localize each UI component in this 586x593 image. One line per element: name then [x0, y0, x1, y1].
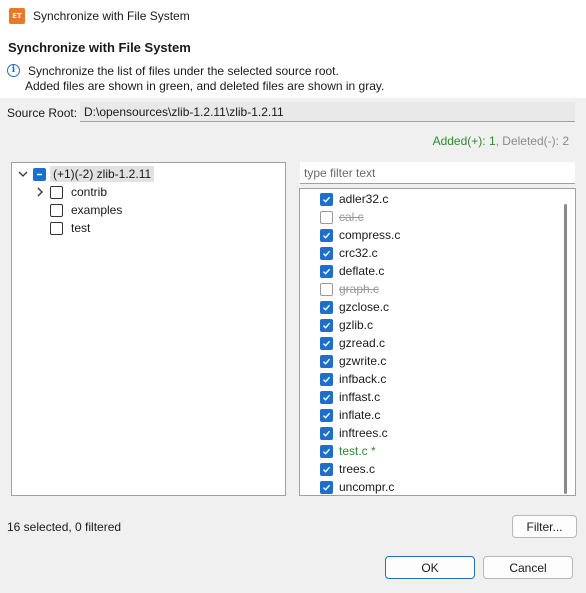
file-list-item[interactable]: infback.c: [320, 370, 386, 388]
file-checkbox[interactable]: [320, 336, 333, 350]
source-root-field[interactable]: D:\opensources\zlib-1.2.11\zlib-1.2.11: [80, 102, 575, 122]
file-list-item[interactable]: cal.c: [320, 208, 364, 226]
file-checkbox[interactable]: [320, 408, 333, 422]
file-name: trees.c: [339, 462, 376, 476]
file-name: adler32.c: [339, 192, 389, 206]
tree-item-label: examples: [71, 203, 123, 217]
tree-root-checkbox[interactable]: [33, 167, 46, 181]
file-checkbox[interactable]: [320, 480, 333, 494]
file-checkbox[interactable]: [320, 318, 333, 332]
folder-tree[interactable]: (+1)(-2) zlib-1.2.11 contrib examples test: [11, 162, 286, 496]
file-list-item[interactable]: inflate.c: [320, 406, 380, 424]
deleted-count: Deleted(-): 2: [502, 134, 569, 148]
tree-item-checkbox[interactable]: [50, 221, 63, 235]
tree-item-label: contrib: [71, 185, 108, 199]
selection-status: 16 selected, 0 filtered: [7, 520, 122, 534]
file-list-item[interactable]: gzwrite.c: [320, 352, 386, 370]
filter-input[interactable]: type filter text: [300, 162, 575, 184]
file-list[interactable]: adler32.c cal.c compress.c crc32.c deflate.c…: [299, 188, 576, 496]
file-checkbox[interactable]: [320, 228, 333, 242]
tree-item-checkbox[interactable]: [50, 185, 63, 199]
change-counts: Added(+): 1, Deleted(-): 2: [433, 134, 569, 148]
file-list-item[interactable]: trees.c: [320, 460, 375, 478]
file-name: gzread.c: [339, 336, 386, 350]
file-checkbox[interactable]: [320, 282, 333, 296]
file-checkbox[interactable]: [320, 426, 333, 440]
file-list-item[interactable]: inftrees.c: [320, 424, 388, 442]
source-root-label: Source Root:: [7, 106, 78, 120]
file-list-item[interactable]: graph.c: [320, 280, 379, 298]
info-icon: i: [7, 64, 20, 77]
title-bar: ET Synchronize with File System: [0, 0, 586, 32]
file-list-item[interactable]: test.c *: [320, 442, 376, 460]
file-checkbox[interactable]: [320, 390, 333, 404]
description-line-2: Added files are shown in green, and dele…: [25, 79, 385, 93]
tree-item-checkbox[interactable]: [50, 203, 63, 217]
added-count: Added(+): 1: [432, 134, 496, 148]
ok-button[interactable]: OK: [385, 556, 475, 579]
file-checkbox[interactable]: [320, 210, 333, 224]
file-list-item[interactable]: inffast.c: [320, 388, 380, 406]
file-list-item[interactable]: compress.c: [320, 226, 400, 244]
window-title: Synchronize with File System: [33, 9, 190, 23]
tree-item-0[interactable]: contrib: [34, 183, 107, 201]
file-name: gzwrite.c: [339, 354, 387, 368]
tree-item-1[interactable]: examples: [34, 201, 122, 219]
file-checkbox[interactable]: [320, 246, 333, 260]
file-name: gzclose.c: [339, 300, 390, 314]
file-name: inftrees.c: [339, 426, 388, 440]
tree-root-row[interactable]: (+1)(-2) zlib-1.2.11: [17, 165, 155, 183]
file-checkbox[interactable]: [320, 462, 333, 476]
dialog-title: Synchronize with File System: [8, 40, 191, 55]
file-name: cal.c: [339, 210, 364, 224]
filter-button[interactable]: Filter...: [512, 515, 577, 538]
file-name: gzlib.c: [339, 318, 374, 332]
tree-root-label: (+1)(-2) zlib-1.2.11: [50, 166, 155, 182]
file-list-item[interactable]: deflate.c: [320, 262, 384, 280]
tree-item-2[interactable]: test: [34, 219, 90, 237]
file-checkbox[interactable]: [320, 354, 333, 368]
file-checkbox[interactable]: [320, 264, 333, 278]
chevron-right-icon[interactable]: [34, 186, 46, 198]
file-name: graph.c: [339, 282, 380, 296]
file-name: inffast.c: [339, 390, 381, 404]
file-name: test.c *: [339, 444, 376, 458]
app-icon: ET: [9, 8, 25, 24]
cancel-button[interactable]: Cancel: [483, 556, 573, 579]
description-line-1: Synchronize the list of files under the …: [28, 64, 339, 78]
file-list-item[interactable]: gzlib.c: [320, 316, 373, 334]
file-name: inflate.c: [339, 408, 381, 422]
file-list-scrollbar[interactable]: [564, 204, 567, 494]
file-checkbox[interactable]: [320, 444, 333, 458]
file-name: compress.c: [339, 228, 401, 242]
file-list-item[interactable]: adler32.c: [320, 190, 388, 208]
file-list-item[interactable]: uncompr.c: [320, 478, 395, 495]
file-name: crc32.c: [339, 246, 378, 260]
file-list-item[interactable]: crc32.c: [320, 244, 378, 262]
chevron-down-icon[interactable]: [17, 168, 29, 180]
file-list-item[interactable]: gzclose.c: [320, 298, 389, 316]
file-name: deflate.c: [339, 264, 385, 278]
file-list-item[interactable]: gzread.c: [320, 334, 385, 352]
dialog-header: Synchronize with File System i Synchroni…: [0, 32, 586, 98]
file-name: infback.c: [339, 372, 387, 386]
file-checkbox[interactable]: [320, 372, 333, 386]
file-checkbox[interactable]: [320, 192, 333, 206]
file-name: uncompr.c: [339, 480, 395, 494]
tree-item-label: test: [71, 221, 91, 235]
file-checkbox[interactable]: [320, 300, 333, 314]
